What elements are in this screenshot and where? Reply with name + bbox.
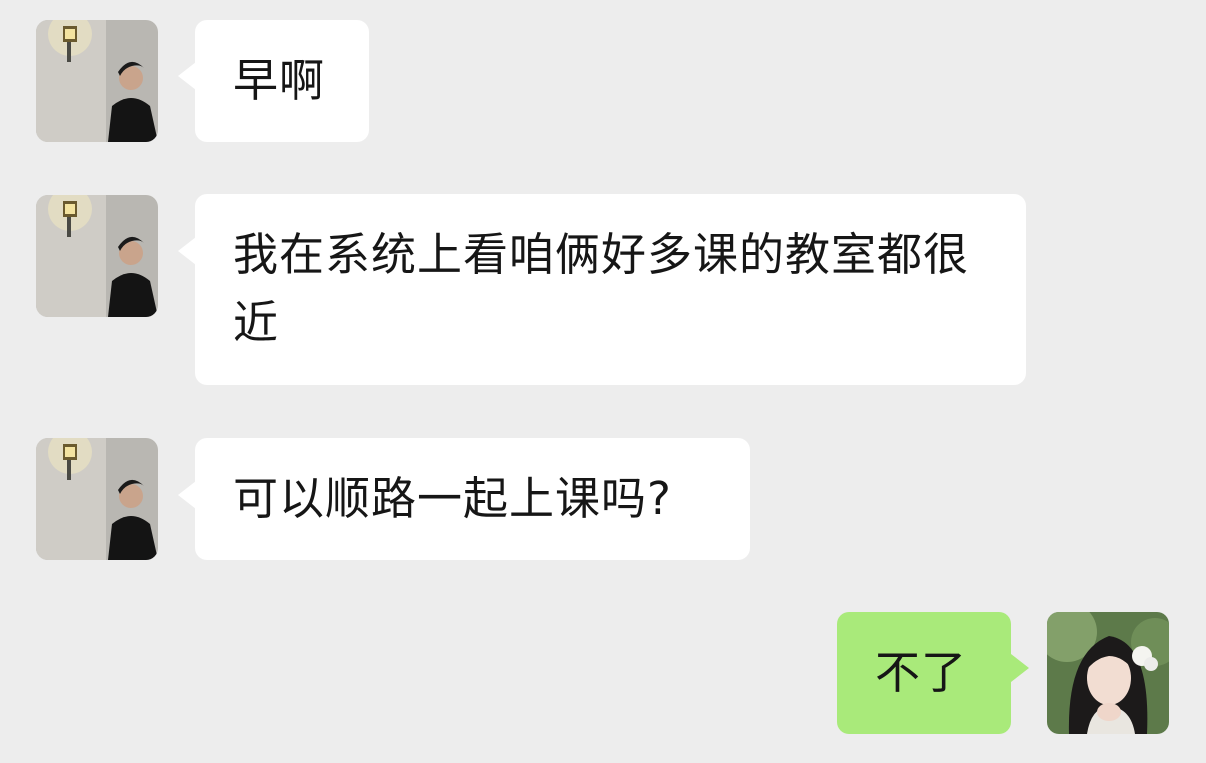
young-man-with-wall-lamp-avatar-icon	[36, 438, 158, 560]
bubble-tail	[178, 62, 196, 90]
message-text: 可以顺路一起上课吗?	[233, 472, 672, 525]
user-avatar[interactable]	[1047, 612, 1169, 734]
young-man-with-wall-lamp-avatar-icon	[36, 195, 158, 317]
young-woman-with-flower-avatar-icon	[1047, 612, 1169, 734]
message-bubble[interactable]: 可以顺路一起上课吗?	[195, 438, 750, 560]
message-bubble[interactable]: 早啊	[195, 20, 369, 142]
bubble-tail	[178, 481, 196, 509]
bubble-tail	[1011, 654, 1029, 682]
message-text: 不了	[875, 646, 968, 699]
message-bubble[interactable]: 不了	[837, 612, 1011, 734]
contact-avatar[interactable]	[36, 20, 158, 142]
message-text: 我在系统上看咱俩好多课的教室都很近	[233, 228, 970, 349]
contact-avatar[interactable]	[36, 195, 158, 317]
young-man-with-wall-lamp-avatar-icon	[36, 20, 158, 142]
message-text: 早啊	[233, 54, 326, 107]
chat-window: 早啊 我在系统上看咱俩好多课的教室都很近 可以顺路一起上课吗? 不了	[0, 0, 1206, 763]
contact-avatar[interactable]	[36, 438, 158, 560]
bubble-tail	[178, 237, 196, 265]
message-bubble[interactable]: 我在系统上看咱俩好多课的教室都很近	[195, 194, 1026, 385]
